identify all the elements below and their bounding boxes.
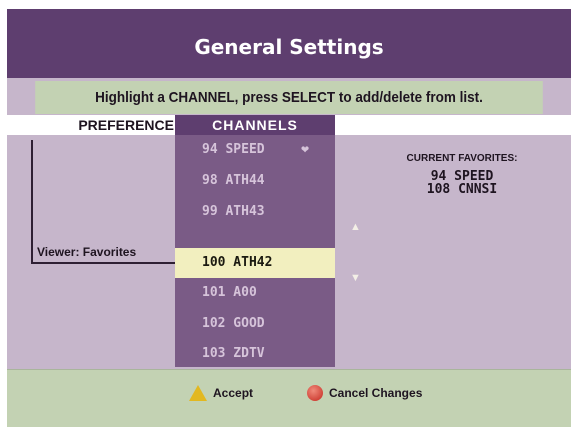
channel-label: 98 ATH44 bbox=[202, 173, 265, 188]
channel-label: 100 ATH42 bbox=[202, 255, 273, 270]
accept-button[interactable]: Accept bbox=[189, 383, 253, 403]
current-favorites-heading: CURRENT FAVORITES: bbox=[406, 153, 518, 164]
channel-item[interactable]: 102 GOOD bbox=[175, 309, 335, 339]
page-title: General Settings bbox=[194, 35, 384, 59]
cancel-changes-button[interactable]: Cancel Changes bbox=[307, 383, 422, 403]
channel-label: 101 A00 bbox=[202, 285, 257, 300]
header-bar: General Settings bbox=[7, 9, 571, 78]
channel-item[interactable]: 94 SPEED ❤ bbox=[175, 135, 335, 165]
channel-item-selected[interactable]: 100 ATH42 bbox=[175, 248, 335, 278]
footer-bar: Accept Cancel Changes bbox=[7, 369, 571, 427]
channel-label: 94 SPEED bbox=[202, 142, 265, 157]
instruction-bar: Highlight a CHANNEL, press SELECT to add… bbox=[35, 81, 543, 114]
channel-item[interactable]: 101 A00 bbox=[175, 278, 335, 308]
channel-list[interactable]: 94 SPEED ❤ 98 ATH44 99 ATH43 100 ATH42 1… bbox=[175, 135, 335, 367]
down-arrow-icon[interactable]: ▼ bbox=[350, 272, 361, 284]
favorite-item: 108 CNNSI bbox=[426, 182, 498, 197]
channel-item[interactable]: 103 ZDTV bbox=[175, 339, 335, 369]
up-arrow-icon[interactable]: ▲ bbox=[350, 221, 361, 233]
accept-label: Accept bbox=[213, 386, 254, 400]
channel-label: 99 ATH43 bbox=[202, 204, 265, 219]
preference-value[interactable]: Viewer: Favorites bbox=[37, 245, 136, 259]
cancel-label: Cancel Changes bbox=[329, 386, 423, 400]
channels-column-header: CHANNELS bbox=[175, 115, 335, 135]
heart-icon: ❤ bbox=[301, 142, 309, 157]
channel-label: 103 ZDTV bbox=[202, 346, 265, 361]
channel-item[interactable]: 99 ATH43 bbox=[175, 197, 335, 227]
preference-column-header: PREFERENCE bbox=[78, 117, 174, 133]
channel-item[interactable]: 98 ATH44 bbox=[175, 166, 335, 196]
channel-label: 102 GOOD bbox=[202, 316, 265, 331]
yellow-triangle-a-icon bbox=[189, 385, 207, 401]
red-circle-icon bbox=[307, 385, 323, 401]
settings-screen: General Settings Highlight a CHANNEL, pr… bbox=[7, 9, 571, 427]
